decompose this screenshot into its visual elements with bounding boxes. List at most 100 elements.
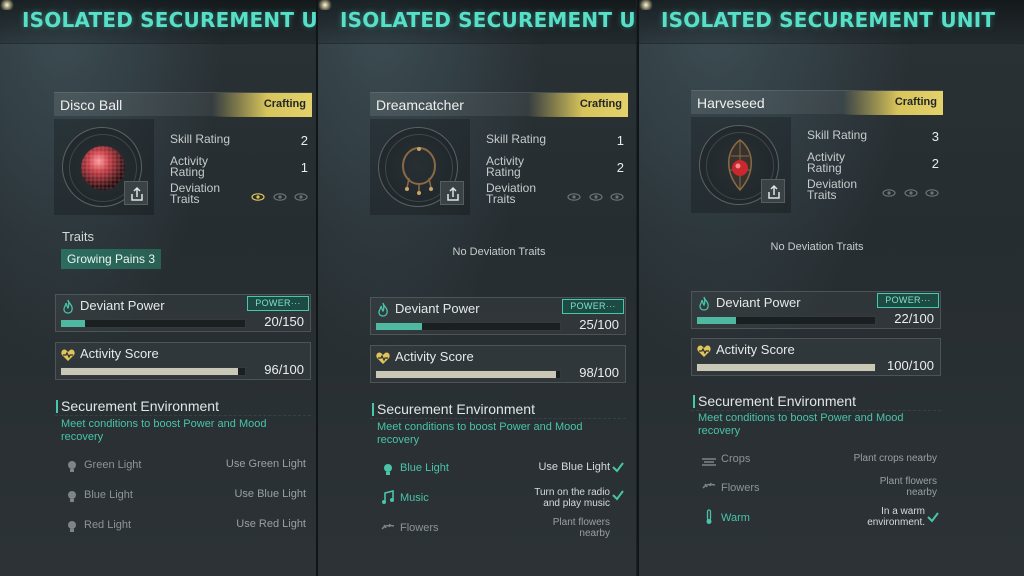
env-condition-name: Music — [400, 492, 429, 504]
share-icon — [131, 186, 143, 201]
item-card: Harveseed Crafting Skill Rating 3 Activi… — [691, 90, 943, 218]
bulb-icon — [68, 521, 76, 532]
music-note-icon — [382, 490, 394, 504]
env-condition-name: Warm — [721, 512, 750, 524]
no-deviation-traits-text: No Deviation Traits — [770, 241, 864, 253]
power-button[interactable]: POWER··· — [562, 299, 624, 314]
crafting-badge[interactable]: Crafting — [212, 93, 312, 117]
divider — [55, 415, 311, 416]
activity-score-box: Activity Score 98/100 — [370, 345, 626, 383]
env-condition-line: and play music — [543, 498, 610, 509]
env-condition-name: Flowers — [400, 522, 439, 534]
deviant-power-bar — [696, 316, 876, 325]
securement-environment-title: Securement Environment — [372, 401, 535, 417]
share-icon — [768, 184, 780, 199]
env-condition-row: Flowers Plant flowers nearby — [380, 517, 624, 543]
deviant-power-fill — [376, 323, 422, 330]
deviant-power-box: Deviant Power POWER··· 22/100 — [691, 291, 941, 329]
bulb-icon — [68, 491, 76, 502]
activity-rating-label: Activity Rating — [170, 154, 209, 179]
env-condition-line: In a warm — [881, 506, 925, 517]
item-name: Dreamcatcher — [376, 97, 464, 113]
activity-score-label: Activity Score — [716, 342, 795, 357]
env-condition-requirement: Use Blue Light — [538, 461, 610, 473]
power-button[interactable]: POWER··· — [247, 296, 309, 311]
crafting-badge[interactable]: Crafting — [528, 93, 628, 117]
activity-score-label: Activity Score — [80, 346, 159, 361]
activity-score-bar — [60, 367, 246, 376]
panel-title: ISOLATED SECUREMENT UNIT — [661, 8, 996, 32]
item-portrait — [691, 117, 791, 213]
activity-score-bar — [375, 370, 561, 379]
deviant-power-bar — [60, 319, 246, 328]
env-condition-row: Crops Plant crops nearby — [701, 450, 939, 476]
env-condition-row: Blue Light Use Blue Light — [380, 459, 624, 485]
item-portrait — [54, 119, 154, 215]
eye-icon — [567, 193, 581, 201]
share-button[interactable] — [124, 181, 148, 205]
deviant-power-bar — [375, 322, 561, 331]
env-condition-name: Blue Light — [84, 489, 133, 501]
activity-rating-value: 1 — [300, 160, 308, 175]
heart-pulse-icon — [697, 345, 711, 357]
eye-icon — [882, 189, 896, 197]
activity-score-label: Activity Score — [395, 349, 474, 364]
trait-chip[interactable]: Growing Pains 3 — [61, 249, 162, 269]
activity-rating-label: Activity Rating — [486, 154, 525, 179]
item-stats: Skill Rating 1 Activity Rating 2 Deviati… — [476, 122, 628, 212]
share-button[interactable] — [761, 179, 785, 203]
lamp-glow — [639, 0, 653, 10]
item-card-header: Harveseed Crafting — [691, 90, 943, 115]
no-deviation-traits-text: No Deviation Traits — [452, 246, 546, 258]
lamp-glow — [318, 0, 332, 10]
activity-rating-value: 2 — [931, 156, 939, 171]
deviation-traits-label: Deviation Traits — [170, 181, 221, 206]
skill-rating-value: 3 — [931, 129, 939, 144]
flame-icon — [699, 296, 709, 311]
deviant-power-label: Deviant Power — [80, 298, 165, 313]
eye-icon — [610, 193, 624, 201]
securement-panel-dreamcatcher: ISOLATED SECUREMENT UNIT Dreamcatcher Cr… — [318, 0, 636, 576]
env-condition-line: Plant flowers — [879, 476, 937, 487]
deviant-power-label: Deviant Power — [395, 301, 480, 316]
deviant-power-value: 22/100 — [894, 311, 934, 326]
panel-header: ISOLATED SECUREMENT UNIT — [318, 0, 636, 44]
activity-score-bar — [696, 363, 876, 372]
env-condition-line: environment. — [867, 517, 925, 528]
skill-rating-label: Skill Rating — [486, 132, 547, 146]
activity-score-box: Activity Score 96/100 — [55, 342, 311, 380]
share-icon — [447, 186, 459, 201]
activity-score-value: 100/100 — [887, 358, 934, 373]
divider — [370, 418, 626, 419]
power-button[interactable]: POWER··· — [877, 293, 939, 308]
flower-icon — [381, 523, 395, 530]
env-condition-row: Warm In a warm environment. — [701, 506, 939, 532]
share-button[interactable] — [440, 181, 464, 205]
deviant-power-fill — [697, 317, 737, 324]
env-condition-requirement: Use Green Light — [225, 458, 306, 470]
deviation-traits-indicator — [879, 184, 939, 202]
activity-rating-value: 2 — [616, 160, 624, 175]
env-condition-line: nearby — [906, 487, 937, 498]
crafting-badge[interactable]: Crafting — [843, 91, 943, 115]
eye-icon — [903, 189, 918, 197]
heart-pulse-icon — [61, 349, 75, 361]
eye-icon — [272, 193, 287, 201]
deviant-power-fill — [61, 320, 86, 327]
item-stats: Skill Rating 3 Activity Rating 2 Deviati… — [797, 120, 943, 210]
crops-icon — [702, 458, 716, 466]
env-condition-row: Blue Light Use Blue Light — [64, 486, 308, 512]
item-card-header: Dreamcatcher Crafting — [370, 92, 628, 117]
traits-title: Traits — [62, 229, 95, 244]
securement-environment-title: Securement Environment — [56, 398, 219, 414]
skill-rating-value: 1 — [616, 133, 624, 148]
skill-rating-label: Skill Rating — [807, 128, 868, 142]
activity-score-box: Activity Score 100/100 — [691, 338, 941, 376]
deviant-power-label: Deviant Power — [716, 295, 801, 310]
check-icon — [927, 512, 939, 523]
activity-score-fill — [697, 364, 875, 371]
flame-icon — [378, 302, 388, 317]
check-icon — [612, 462, 624, 473]
env-condition-requirement: Plant flowers nearby — [553, 517, 610, 539]
deviant-power-box: Deviant Power POWER··· 20/150 — [55, 294, 311, 332]
